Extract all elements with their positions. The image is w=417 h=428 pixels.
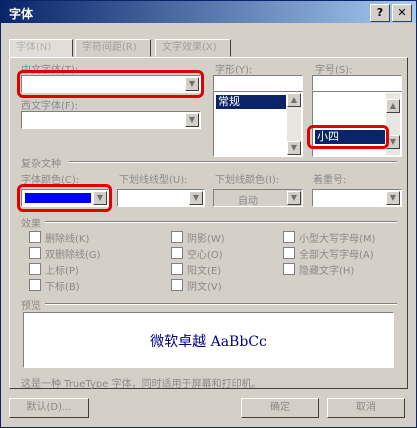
- effects-section-label: 效果: [21, 219, 41, 230]
- complex-script-section-label: 复杂文种: [21, 159, 61, 170]
- western-font-label: 西文字体(F):: [21, 101, 78, 112]
- close-button[interactable]: ✕: [392, 4, 412, 22]
- emphasis-combo[interactable]: ▼: [312, 189, 402, 207]
- subscript-label: 下标(B): [45, 282, 80, 293]
- highlight-font-color: [17, 184, 112, 212]
- strikethrough-label: 删除线(K): [45, 234, 90, 245]
- engrave-label: 阴文(V): [187, 282, 222, 293]
- small-caps-label: 小型大写字母(M): [299, 234, 376, 245]
- style-list[interactable]: 常规 ▲ ▼: [213, 91, 303, 157]
- section-divider: [45, 303, 397, 305]
- underline-color-label: 下划线颜色(I):: [215, 175, 280, 186]
- tab-text-effects[interactable]: 文字效果(X): [155, 39, 231, 57]
- preview-box: 微软卓越 AaBbCc: [23, 312, 394, 368]
- emboss-label: 阳文(E): [187, 266, 222, 277]
- style-label: 字形(Y):: [215, 65, 253, 76]
- engrave-checkbox[interactable]: [171, 279, 183, 291]
- size-input[interactable]: [312, 75, 402, 91]
- tab-character-spacing[interactable]: 字符间距(R): [75, 39, 151, 57]
- tab-font[interactable]: 字体(N): [9, 39, 73, 57]
- superscript-label: 上标(P): [45, 266, 79, 277]
- underline-color-dropdown-icon[interactable]: ▼: [287, 191, 301, 205]
- shadow-label: 阴影(W): [187, 234, 225, 245]
- underline-style-dropdown-icon[interactable]: ▼: [189, 191, 203, 205]
- underline-style-combo[interactable]: ▼: [117, 189, 205, 207]
- emphasis-dropdown-icon[interactable]: ▼: [386, 191, 400, 205]
- outline-checkbox[interactable]: [171, 247, 183, 259]
- style-scrollbar[interactable]: ▲ ▼: [287, 93, 301, 155]
- all-caps-checkbox[interactable]: [283, 247, 295, 259]
- western-font-dropdown-icon[interactable]: ▼: [185, 113, 199, 127]
- style-input[interactable]: [213, 75, 303, 91]
- underline-color-combo[interactable]: 自动 ▼: [213, 189, 303, 207]
- section-divider: [45, 221, 397, 223]
- small-caps-checkbox[interactable]: [283, 231, 295, 243]
- highlight-chinese-font: [17, 70, 204, 98]
- hidden-text-checkbox[interactable]: [283, 263, 295, 275]
- highlight-size: [307, 125, 389, 149]
- all-caps-label: 全部大写字母(A): [299, 250, 374, 261]
- truetype-note: 这是一种 TrueType 字体，同时适用于屏幕和打印机。: [21, 379, 262, 390]
- size-label: 字号(S):: [315, 65, 353, 76]
- underline-color-value: 自动: [238, 196, 258, 207]
- scroll-down-icon[interactable]: ▼: [287, 141, 301, 155]
- font-dialog: 字体 ? ✕ 字体(N) 字符间距(R) 文字效果(X) 中文字体(T): ▼ …: [0, 0, 417, 428]
- emphasis-label: 着重号:: [313, 175, 347, 186]
- strikethrough-checkbox[interactable]: [29, 231, 41, 243]
- cancel-button[interactable]: 取消: [327, 398, 405, 418]
- double-strikethrough-checkbox[interactable]: [29, 247, 41, 259]
- outline-label: 空心(O): [187, 250, 223, 261]
- ok-button[interactable]: 确定: [241, 398, 319, 418]
- help-button[interactable]: ?: [370, 4, 390, 22]
- superscript-checkbox[interactable]: [29, 263, 41, 275]
- western-font-combo[interactable]: ▼: [21, 111, 201, 129]
- preview-section-label: 预览: [21, 301, 41, 312]
- scroll-up-icon[interactable]: ▲: [287, 93, 301, 107]
- underline-style-label: 下划线线型(U):: [119, 175, 188, 186]
- hidden-text-label: 隐藏文字(H): [299, 266, 355, 277]
- style-selected-item[interactable]: 常规: [216, 95, 286, 109]
- dialog-title: 字体: [9, 7, 34, 21]
- emboss-checkbox[interactable]: [171, 263, 183, 275]
- preview-sample-text: 微软卓越 AaBbCc: [150, 334, 267, 350]
- title-bar[interactable]: 字体 ? ✕: [1, 1, 416, 23]
- default-button[interactable]: 默认(D)...: [9, 398, 89, 418]
- subscript-checkbox[interactable]: [29, 279, 41, 291]
- scroll-up-icon[interactable]: ▲: [386, 99, 400, 113]
- double-strikethrough-label: 双删除线(G): [45, 250, 101, 261]
- shadow-checkbox[interactable]: [171, 231, 183, 243]
- section-divider: [69, 161, 397, 163]
